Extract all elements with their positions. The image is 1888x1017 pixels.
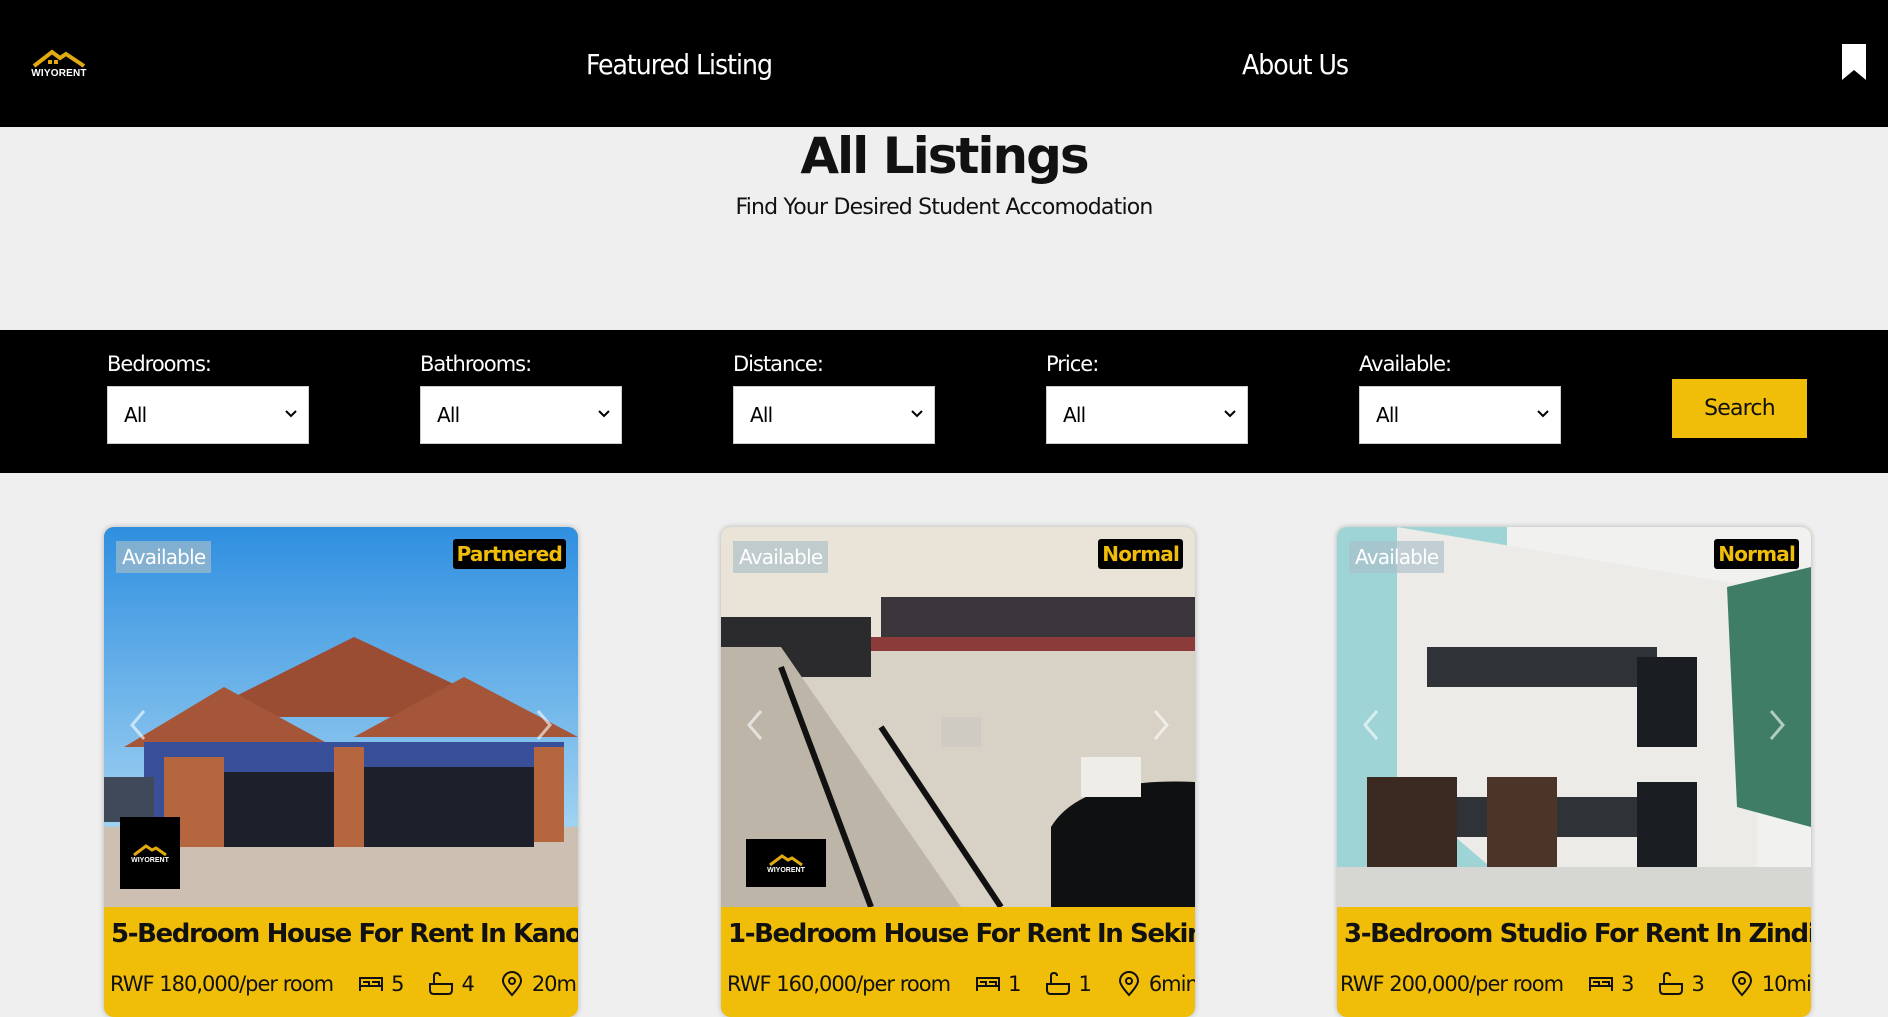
select-value: All xyxy=(1063,403,1086,427)
bookmark-icon[interactable] xyxy=(1840,42,1868,82)
filter-label: Price: xyxy=(1046,352,1099,376)
tier-badge: Normal xyxy=(1098,539,1183,569)
listing-price: RWF 160,000/per room xyxy=(727,972,951,996)
bathroom-count: 4 xyxy=(461,972,474,996)
location-pin-icon xyxy=(501,971,522,997)
bed-icon xyxy=(976,977,1001,991)
chevron-right-icon[interactable] xyxy=(1765,707,1789,743)
listing-meta: RWF 160,000/per room 1 1 6min xyxy=(727,969,1195,999)
listing-card[interactable]: Available Partnered WIYORENT 5-Bedroom H… xyxy=(104,527,578,1017)
listing-title[interactable]: 1-Bedroom House For Rent In Sekimondo xyxy=(728,919,1195,949)
top-navbar: WIYORENT Featured Listing About Us xyxy=(0,0,1888,127)
bathrooms-select[interactable]: All xyxy=(420,386,622,444)
listing-card[interactable]: Available Normal WIYORENT 1-Bedroom Hous… xyxy=(721,527,1195,1017)
bathroom-count: 1 xyxy=(1078,972,1091,996)
filter-label: Bathrooms: xyxy=(420,352,532,376)
chevron-left-icon[interactable] xyxy=(126,707,150,743)
chevron-left-icon[interactable] xyxy=(1359,707,1383,743)
listing-title[interactable]: 3-Bedroom Studio For Rent In Zindiro xyxy=(1344,919,1811,949)
select-value: All xyxy=(1376,403,1399,427)
filter-bathrooms: Bathrooms: All xyxy=(420,352,622,444)
distance-value: 10min xyxy=(1761,972,1811,996)
bedroom-count: 5 xyxy=(391,972,404,996)
filter-distance: Distance: All xyxy=(733,352,935,444)
hero-section: All Listings Find Your Desired Student A… xyxy=(0,127,1888,330)
watermark-text: WIYORENT xyxy=(767,866,805,874)
chevron-down-icon xyxy=(598,410,610,418)
bathtub-icon xyxy=(1659,971,1684,995)
listing-price: RWF 180,000/per room xyxy=(110,972,334,996)
filter-bar: Bedrooms: All Bathrooms: All Distance: A… xyxy=(0,330,1888,473)
listing-card[interactable]: Available Normal 3-Bedroom Studio For Re… xyxy=(1337,527,1811,1017)
page-subtitle: Find Your Desired Student Accomodation xyxy=(735,195,1153,220)
wiyorent-logo[interactable]: WIYORENT xyxy=(30,46,88,80)
bed-icon xyxy=(1589,977,1614,991)
bedroom-count: 3 xyxy=(1621,972,1634,996)
nav-about-us[interactable]: About Us xyxy=(1242,48,1349,81)
chevron-down-icon xyxy=(1537,410,1549,418)
listing-meta: RWF 200,000/per room 3 3 10min xyxy=(1340,969,1811,999)
available-select[interactable]: All xyxy=(1359,386,1561,444)
availability-badge: Available xyxy=(733,541,829,573)
chevron-down-icon xyxy=(911,410,923,418)
chevron-right-icon[interactable] xyxy=(1149,707,1173,743)
logo-text: WIYORENT xyxy=(31,68,87,79)
listing-price: RWF 200,000/per room xyxy=(1340,972,1564,996)
filter-available: Available: All xyxy=(1359,352,1561,444)
distance-select[interactable]: All xyxy=(733,386,935,444)
select-value: All xyxy=(124,403,147,427)
search-button[interactable]: Search xyxy=(1672,379,1807,438)
watermark-logo: WIYORENT xyxy=(120,817,180,889)
filter-label: Distance: xyxy=(733,352,824,376)
page-title: All Listings xyxy=(800,127,1089,185)
bed-icon xyxy=(359,977,384,991)
bathroom-count: 3 xyxy=(1691,972,1704,996)
filter-label: Bedrooms: xyxy=(107,352,212,376)
house-roof-icon xyxy=(32,49,86,68)
price-select[interactable]: All xyxy=(1046,386,1248,444)
watermark-text: WIYORENT xyxy=(131,856,169,864)
bedroom-count: 1 xyxy=(1008,972,1021,996)
location-pin-icon xyxy=(1118,971,1139,997)
filter-bedrooms: Bedrooms: All xyxy=(107,352,309,444)
bathtub-icon xyxy=(1046,971,1071,995)
chevron-down-icon xyxy=(1224,410,1236,418)
bedrooms-select[interactable]: All xyxy=(107,386,309,444)
select-value: All xyxy=(437,403,460,427)
listing-meta: RWF 180,000/per room 5 4 20min xyxy=(110,969,578,999)
bathtub-icon xyxy=(429,971,454,995)
select-value: All xyxy=(750,403,773,427)
tier-badge: Normal xyxy=(1714,539,1799,569)
chevron-right-icon[interactable] xyxy=(532,707,556,743)
house-roof-icon xyxy=(769,853,803,866)
location-pin-icon xyxy=(1731,971,1752,997)
listing-title[interactable]: 5-Bedroom House For Rent In Kanombe xyxy=(111,919,578,949)
distance-value: 6min xyxy=(1148,972,1195,996)
filter-price: Price: All xyxy=(1046,352,1248,444)
availability-badge: Available xyxy=(1349,541,1445,573)
nav-featured-listing[interactable]: Featured Listing xyxy=(586,48,773,81)
availability-badge: Available xyxy=(116,541,212,573)
listing-photo xyxy=(1337,527,1811,907)
watermark-logo: WIYORENT xyxy=(746,839,826,887)
tier-badge: Partnered xyxy=(452,539,566,569)
filter-label: Available: xyxy=(1359,352,1452,376)
house-roof-icon xyxy=(133,843,167,856)
chevron-left-icon[interactable] xyxy=(743,707,767,743)
distance-value: 20min xyxy=(531,972,578,996)
chevron-down-icon xyxy=(285,410,297,418)
